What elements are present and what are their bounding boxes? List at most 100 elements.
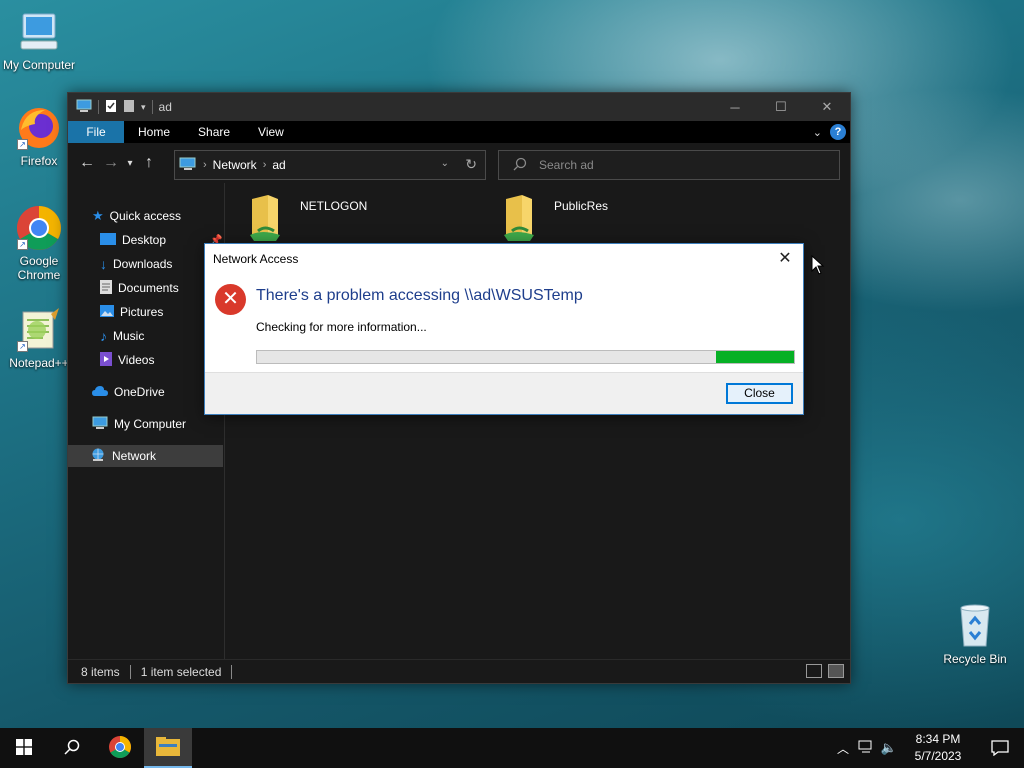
window-title: ad: [158, 100, 172, 114]
maximize-button[interactable]: ☐: [758, 93, 804, 121]
recent-locations-chevron-icon[interactable]: ▾: [123, 158, 137, 169]
back-arrow-icon[interactable]: ←: [75, 154, 99, 172]
navigation-bar: ← → ▾ ↑ › Network › ad ⌄ ↻ Search ad: [68, 143, 850, 183]
ribbon-tabs: File Home Share View ⌄ ?: [68, 121, 850, 143]
network-icon: [179, 157, 197, 174]
clock-time: 8:34 PM: [915, 732, 961, 746]
computer-icon: [15, 8, 63, 56]
navigation-pane: ★ Quick access Desktop 📌 ↓ Downloads Doc…: [68, 183, 225, 661]
taskbar: ︿ 🔈 8:34 PM 5/7/2023: [0, 728, 1024, 768]
desktop-icon-label: Recycle Bin: [943, 652, 1007, 666]
window-close-button[interactable]: ✕: [804, 93, 850, 121]
dialog-close-icon[interactable]: ✕: [773, 248, 797, 268]
close-button[interactable]: Close: [726, 383, 793, 404]
customize-dropdown-icon[interactable]: ▾: [141, 102, 146, 113]
dialog-title: Network Access: [213, 252, 299, 266]
refresh-icon[interactable]: ↻: [465, 156, 477, 173]
shortcut-arrow-icon: ↗: [17, 239, 28, 250]
network-access-dialog[interactable]: Network Access ✕ ✕ There's a problem acc…: [204, 243, 804, 415]
shared-folder-icon: [500, 195, 538, 244]
sidebar-item-label: Network: [112, 449, 157, 463]
notifications-icon[interactable]: [976, 740, 1024, 756]
sidebar-item-documents[interactable]: Documents: [100, 277, 179, 299]
sidebar-item-label: Downloads: [113, 257, 173, 271]
sidebar-item-label: Videos: [118, 353, 155, 367]
search-icon: [64, 739, 80, 758]
title-bar[interactable]: ▾ ad ─ ☐ ✕: [68, 93, 850, 121]
start-icon: [16, 738, 32, 758]
show-hidden-icons-chevron-icon[interactable]: ︿: [832, 740, 854, 757]
forward-arrow-icon[interactable]: →: [99, 154, 123, 172]
folder-name: NETLOGON: [300, 199, 368, 213]
sidebar-item-videos[interactable]: Videos: [100, 349, 154, 371]
desktop-icon: [100, 232, 116, 248]
tab-share[interactable]: Share: [184, 121, 244, 143]
expand-ribbon-icon[interactable]: ⌄: [813, 126, 822, 139]
breadcrumb-chevron-icon: ›: [262, 159, 267, 171]
help-icon[interactable]: ?: [830, 124, 846, 140]
dialog-message: There's a problem accessing \\ad\WSUSTem…: [256, 287, 583, 304]
selection-count: 1 item selected: [140, 664, 222, 679]
taskbar-chrome-button[interactable]: [96, 728, 144, 768]
quick-access-toolbar: ▾: [68, 93, 153, 121]
breadcrumb-network[interactable]: Network: [213, 158, 257, 172]
sidebar-item-network[interactable]: Network: [68, 445, 223, 467]
address-bar[interactable]: › Network › ad ⌄ ↻: [174, 150, 486, 180]
network-icon: [90, 448, 106, 465]
sidebar-item-onedrive[interactable]: OneDrive: [92, 381, 165, 403]
file-explorer-icon: [156, 736, 180, 760]
tab-home[interactable]: Home: [124, 121, 184, 143]
dialog-detail: Checking for more information...: [256, 320, 427, 334]
desktop-icon-my-computer[interactable]: My Computer: [0, 8, 78, 72]
dialog-footer: Close: [205, 372, 803, 414]
volume-icon[interactable]: 🔈: [878, 740, 900, 756]
sidebar-item-downloads[interactable]: ↓ Downloads: [100, 253, 172, 275]
sidebar-item-label: Pictures: [120, 305, 164, 319]
sidebar-item-my-computer[interactable]: My Computer: [92, 413, 186, 435]
sidebar-item-label: Documents: [118, 281, 179, 295]
sidebar-item-label: Quick access: [109, 209, 182, 223]
videos-icon: [100, 351, 112, 369]
up-arrow-icon[interactable]: ↑: [137, 154, 161, 172]
folder-item[interactable]: NETLOGON: [246, 195, 367, 244]
details-view-icon[interactable]: [806, 664, 822, 678]
breadcrumb-ad[interactable]: ad: [272, 158, 285, 172]
sidebar-item-label: Desktop: [122, 233, 167, 247]
desktop-icon-recycle-bin[interactable]: Recycle Bin: [936, 602, 1014, 666]
star-icon: ★: [92, 208, 104, 223]
sidebar-item-quick-access[interactable]: ★ Quick access: [92, 205, 181, 227]
progress-fill: [716, 351, 794, 363]
status-bar: 8 items 1 item selected: [68, 659, 850, 683]
sidebar-item-desktop[interactable]: Desktop 📌: [100, 229, 222, 251]
taskbar-file-explorer-button[interactable]: [144, 728, 192, 768]
firefox-icon: ↗: [15, 104, 63, 152]
computer-icon: [76, 99, 92, 116]
music-icon: ♪: [100, 328, 107, 344]
sidebar-item-label: My Computer: [114, 417, 187, 431]
taskbar-search-button[interactable]: [48, 728, 96, 768]
folder-item[interactable]: PublicRes: [500, 195, 608, 244]
notepadpp-icon: ↗: [15, 306, 63, 354]
search-placeholder: Search ad: [539, 158, 594, 172]
sidebar-item-music[interactable]: ♪ Music: [100, 325, 144, 347]
breadcrumb-chevron-icon: ›: [203, 159, 207, 171]
shared-folder-icon: [246, 195, 284, 244]
new-folder-icon[interactable]: [123, 99, 135, 116]
clock[interactable]: 8:34 PM 5/7/2023: [900, 731, 976, 765]
minimize-button[interactable]: ─: [712, 93, 758, 121]
search-input[interactable]: Search ad: [498, 150, 840, 180]
start-button[interactable]: [0, 728, 48, 768]
chrome-icon: ↗: [15, 204, 63, 252]
search-icon: [513, 157, 527, 174]
address-dropdown-icon[interactable]: ⌄: [441, 158, 449, 169]
tab-view[interactable]: View: [244, 121, 298, 143]
sidebar-item-pictures[interactable]: Pictures: [100, 301, 163, 323]
network-status-icon[interactable]: [854, 740, 878, 757]
progress-bar: [256, 350, 795, 364]
tab-file[interactable]: File: [68, 121, 124, 143]
large-icons-view-icon[interactable]: [828, 664, 844, 678]
cloud-icon: [92, 385, 108, 399]
sidebar-item-label: OneDrive: [114, 385, 165, 399]
properties-icon[interactable]: [105, 99, 117, 116]
shortcut-arrow-icon: ↗: [17, 341, 28, 352]
